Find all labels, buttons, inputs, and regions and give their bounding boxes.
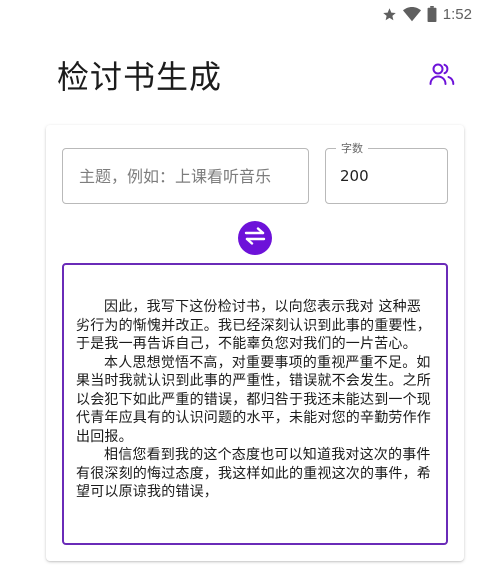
swap-arrows-icon [244,227,266,249]
word-count-input[interactable] [340,164,435,188]
status-time: 1:52 [442,5,472,23]
battery-icon [427,6,437,22]
topic-input[interactable] [62,148,309,204]
result-paragraph: 本人思想觉悟不高，对重要事项的重视严重不足。如果当时我就认识到此事的严重性，错误… [76,354,431,445]
generate-button[interactable] [238,221,272,255]
status-icons: 1:52 [382,4,472,24]
word-count-label: 字数 [336,140,368,156]
result-textbox[interactable]: 因此，我写下这份检讨书，以向您表示我对 这种恶劣行为的惭愧并改正。我已经深刻认识… [62,263,448,545]
status-bar: 1:52 [0,0,478,28]
word-count-field[interactable]: 字数 [325,140,448,204]
result-paragraph: 相信您看到我的这个态度也可以知道我对这次的事件有很深刻的悔过态度，我这样如此的重… [76,447,431,500]
star-icon [382,7,397,22]
generator-card: 字数 因此，我写下这份检讨书，以向您表示我对 这种恶劣行为的惭愧并改正。我已经深… [46,125,464,561]
users-button[interactable] [426,60,458,92]
result-paragraph: 因此，我写下这份检讨书，以向您表示我对 这种恶劣行为的惭愧并改正。我已经深刻认识… [76,299,431,352]
users-icon [429,62,455,90]
wifi-icon [402,6,421,22]
app-title: 检讨书生成 [57,58,223,96]
